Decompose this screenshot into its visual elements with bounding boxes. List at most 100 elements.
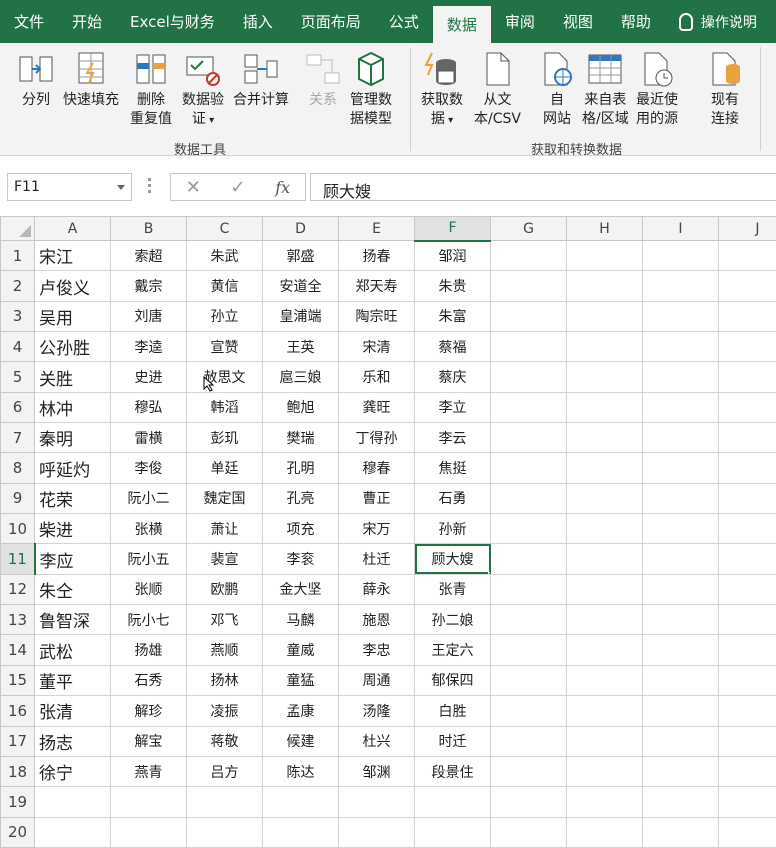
cell-H15[interactable] — [566, 664, 643, 697]
cell-J13[interactable] — [718, 604, 776, 636]
cell-J17[interactable] — [718, 725, 776, 757]
cell-G10[interactable] — [490, 513, 567, 545]
cell-G7[interactable] — [490, 422, 567, 454]
column-header-A[interactable]: A — [34, 216, 111, 241]
cell-H10[interactable] — [566, 513, 643, 545]
cell-G14[interactable] — [490, 634, 567, 666]
cell-C15[interactable]: 扬林 — [186, 664, 263, 697]
cell-G19[interactable] — [490, 786, 567, 818]
tab-5[interactable]: 公式 — [375, 0, 433, 43]
cell-E14[interactable]: 李忠 — [338, 634, 415, 666]
cell-H17[interactable] — [566, 725, 643, 757]
row-header[interactable]: 16 — [0, 695, 35, 727]
row-header[interactable]: 19 — [0, 786, 35, 818]
column-header-I[interactable]: I — [642, 216, 719, 241]
cell-J7[interactable] — [718, 422, 776, 454]
column-header-J[interactable]: J — [718, 216, 776, 241]
cell-B10[interactable]: 张横 — [110, 513, 187, 545]
cell-F3[interactable]: 朱富 — [414, 300, 491, 333]
cell-I8[interactable] — [642, 452, 719, 484]
cell-G17[interactable] — [490, 725, 567, 757]
cell-D18[interactable]: 陈达 — [262, 755, 339, 788]
cell-C2[interactable]: 黄信 — [186, 270, 263, 302]
cell-J16[interactable] — [718, 695, 776, 727]
cell-I10[interactable] — [642, 513, 719, 545]
cell-H20[interactable] — [566, 816, 643, 848]
cell-C4[interactable]: 宣赞 — [186, 331, 263, 363]
data-validation-button[interactable]: 数据验 证 ▾ — [182, 49, 224, 130]
cell-F2[interactable]: 朱贵 — [414, 270, 491, 302]
cell-F7[interactable]: 李云 — [414, 422, 491, 454]
cell-I4[interactable] — [642, 331, 719, 363]
tab-4[interactable]: 页面布局 — [287, 0, 375, 43]
tab-2[interactable]: Excel与财务 — [116, 0, 229, 43]
tab-8[interactable]: 视图 — [549, 0, 607, 43]
cell-F12[interactable]: 张青 — [414, 573, 491, 606]
tell-me-search[interactable]: 操作说明 — [678, 0, 757, 43]
cell-J5[interactable] — [718, 361, 776, 393]
cell-H13[interactable] — [566, 604, 643, 636]
cell-H4[interactable] — [566, 331, 643, 363]
remove-duplicates-button[interactable]: 删除 重复值 — [130, 49, 172, 129]
cell-A3[interactable]: 吴用 — [34, 300, 111, 333]
cell-C11[interactable]: 裴宣 — [186, 543, 263, 575]
name-box[interactable]: F11 — [7, 173, 132, 201]
cell-D9[interactable]: 孔亮 — [262, 482, 339, 515]
cell-I2[interactable] — [642, 270, 719, 302]
cell-D14[interactable]: 童威 — [262, 634, 339, 666]
get-data-button[interactable]: 获取数 据 ▾ — [421, 49, 463, 130]
cell-E10[interactable]: 宋万 — [338, 513, 415, 545]
cell-B1[interactable]: 索超 — [110, 239, 187, 272]
cell-F9[interactable]: 石勇 — [414, 482, 491, 515]
cell-C20[interactable] — [186, 816, 263, 848]
cell-A14[interactable]: 武松 — [34, 634, 111, 666]
column-header-D[interactable]: D — [262, 216, 339, 241]
cell-C9[interactable]: 魏定国 — [186, 482, 263, 515]
cell-F1[interactable]: 邹润 — [414, 239, 491, 272]
cell-J20[interactable] — [718, 816, 776, 848]
row-header[interactable]: 13 — [0, 604, 35, 636]
cell-H1[interactable] — [566, 239, 643, 272]
existing-connections-button[interactable]: 现有 连接 — [705, 49, 745, 129]
column-header-H[interactable]: H — [566, 216, 643, 241]
cell-G8[interactable] — [490, 452, 567, 484]
cell-J3[interactable] — [718, 300, 776, 333]
cell-I18[interactable] — [642, 755, 719, 788]
column-header-F[interactable]: F — [414, 216, 491, 242]
column-header-B[interactable]: B — [110, 216, 187, 241]
cell-C16[interactable]: 凌振 — [186, 695, 263, 727]
from-web-button[interactable]: 自 网站 — [537, 49, 577, 129]
cell-F5[interactable]: 蔡庆 — [414, 361, 491, 393]
cell-A4[interactable]: 公孙胜 — [34, 331, 111, 363]
cell-I7[interactable] — [642, 422, 719, 454]
cell-G9[interactable] — [490, 482, 567, 515]
cell-A1[interactable]: 宋江 — [34, 239, 111, 272]
cell-E20[interactable] — [338, 816, 415, 848]
cell-E16[interactable]: 汤隆 — [338, 695, 415, 727]
tab-6[interactable]: 数据 — [432, 6, 491, 43]
cell-F19[interactable] — [414, 786, 491, 818]
cell-F13[interactable]: 孙二娘 — [414, 604, 491, 636]
cell-B12[interactable]: 张顺 — [110, 573, 187, 606]
cell-C14[interactable]: 燕顺 — [186, 634, 263, 666]
cell-C7[interactable]: 彭玑 — [186, 422, 263, 454]
cell-E13[interactable]: 施恩 — [338, 604, 415, 636]
cell-B11[interactable]: 阮小五 — [110, 543, 187, 575]
cell-B4[interactable]: 李逵 — [110, 331, 187, 363]
cell-D3[interactable]: 皇浦端 — [262, 300, 339, 333]
cell-J10[interactable] — [718, 513, 776, 545]
cell-A11[interactable]: 李应 — [34, 543, 111, 575]
cell-G11[interactable] — [490, 543, 567, 575]
cell-F8[interactable]: 焦挺 — [414, 452, 491, 484]
cell-H8[interactable] — [566, 452, 643, 484]
cell-I14[interactable] — [642, 634, 719, 666]
cell-G16[interactable] — [490, 695, 567, 727]
cell-J18[interactable] — [718, 755, 776, 788]
cell-D1[interactable]: 郭盛 — [262, 239, 339, 272]
cell-C10[interactable]: 萧让 — [186, 513, 263, 545]
cell-I6[interactable] — [642, 391, 719, 424]
select-all-corner[interactable] — [0, 216, 35, 241]
cell-B2[interactable]: 戴宗 — [110, 270, 187, 302]
row-header[interactable]: 2 — [0, 270, 35, 302]
cell-J19[interactable] — [718, 786, 776, 818]
